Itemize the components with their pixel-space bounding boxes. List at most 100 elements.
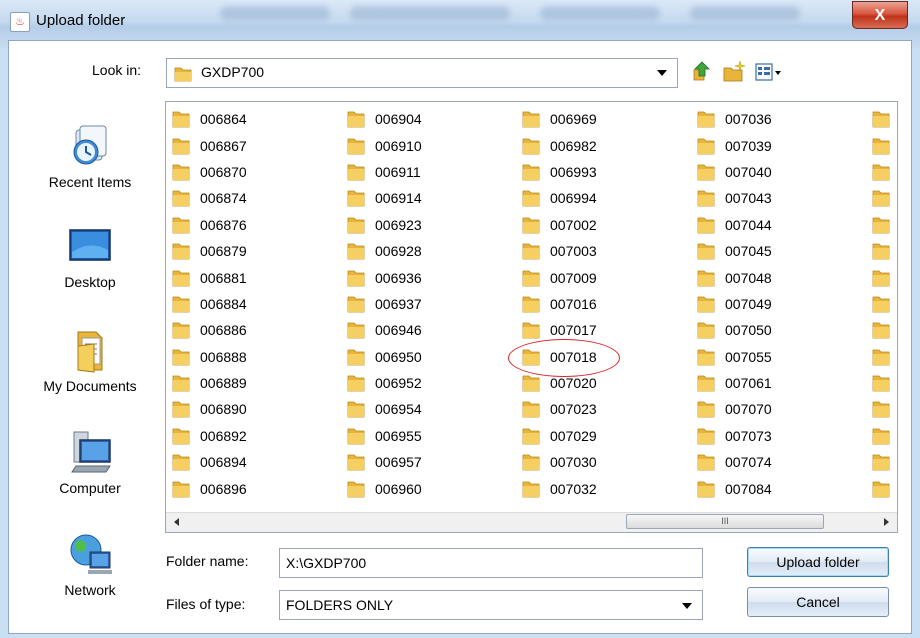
- folder-item[interactable]: 006969: [522, 106, 597, 132]
- folder-item[interactable]: 006892: [172, 423, 247, 449]
- folder-item-partial[interactable]: [872, 449, 897, 475]
- folder-name-input[interactable]: X:\GXDP700: [279, 548, 703, 578]
- scroll-right-arrow-icon[interactable]: [884, 518, 889, 526]
- folder-item[interactable]: 006994: [522, 185, 597, 211]
- up-one-level-icon[interactable]: [690, 60, 714, 84]
- folder-item[interactable]: 006910: [347, 132, 422, 158]
- folder-item[interactable]: 007055: [697, 344, 772, 370]
- folder-item[interactable]: 006950: [347, 344, 422, 370]
- folder-item[interactable]: 007016: [522, 291, 597, 317]
- create-new-folder-icon[interactable]: [722, 60, 746, 84]
- folder-item[interactable]: 006904: [347, 106, 422, 132]
- folder-item[interactable]: 006993: [522, 159, 597, 185]
- folder-item[interactable]: 007084: [697, 475, 772, 501]
- folder-item[interactable]: 006946: [347, 317, 422, 343]
- folder-item[interactable]: 006876: [172, 212, 247, 238]
- folder-item[interactable]: 006955: [347, 423, 422, 449]
- folder-item[interactable]: 007045: [697, 238, 772, 264]
- folder-item[interactable]: 007048: [697, 264, 772, 290]
- folder-item[interactable]: 006889: [172, 370, 247, 396]
- upload-folder-button[interactable]: Upload folder: [747, 547, 889, 577]
- folder-item-partial[interactable]: [872, 159, 897, 185]
- folder-item-partial[interactable]: [872, 212, 897, 238]
- horizontal-scrollbar[interactable]: III: [166, 512, 897, 532]
- folder-item-partial[interactable]: [872, 423, 897, 449]
- close-button[interactable]: X: [852, 1, 908, 29]
- folder-item[interactable]: 006890: [172, 396, 247, 422]
- folder-item-partial[interactable]: [872, 317, 897, 343]
- folder-item[interactable]: 007074: [697, 449, 772, 475]
- files-of-type-select[interactable]: FOLDERS ONLY: [279, 590, 703, 620]
- folder-item[interactable]: 007050: [697, 317, 772, 343]
- folder-item[interactable]: 006928: [347, 238, 422, 264]
- chevron-down-icon[interactable]: [657, 70, 667, 76]
- folder-item-partial[interactable]: [872, 238, 897, 264]
- folder-item[interactable]: 006923: [347, 212, 422, 238]
- folder-item[interactable]: 006957: [347, 449, 422, 475]
- folder-item-partial[interactable]: [872, 106, 897, 132]
- folder-item[interactable]: 006911: [347, 159, 422, 185]
- folder-item-partial[interactable]: [872, 370, 897, 396]
- folder-item[interactable]: 006879: [172, 238, 247, 264]
- folder-item-partial[interactable]: [872, 475, 897, 501]
- folder-item[interactable]: 007023: [522, 396, 597, 422]
- folder-item[interactable]: 007070: [697, 396, 772, 422]
- folder-item[interactable]: 007029: [522, 423, 597, 449]
- folder-item-partial[interactable]: [872, 396, 897, 422]
- chevron-down-icon[interactable]: [682, 603, 692, 609]
- folder-item[interactable]: 006884: [172, 291, 247, 317]
- files-of-type-value: FOLDERS ONLY: [286, 597, 394, 613]
- folder-item[interactable]: 006874: [172, 185, 247, 211]
- folder-item-partial[interactable]: [872, 185, 897, 211]
- folder-item[interactable]: 007061: [697, 370, 772, 396]
- folder-item-partial[interactable]: [872, 344, 897, 370]
- scroll-left-arrow-icon[interactable]: [174, 518, 179, 526]
- folder-item[interactable]: 006952: [347, 370, 422, 396]
- folder-item[interactable]: 006886: [172, 317, 247, 343]
- folder-item[interactable]: 006896: [172, 475, 247, 501]
- place-recent-items[interactable]: Recent Items: [28, 122, 152, 190]
- folder-item[interactable]: 007032: [522, 475, 597, 501]
- folder-item[interactable]: 007030: [522, 449, 597, 475]
- folder-item[interactable]: 006867: [172, 132, 247, 158]
- folder-item[interactable]: 007036: [697, 106, 772, 132]
- folder-item[interactable]: 007003: [522, 238, 597, 264]
- folder-item[interactable]: 007073: [697, 423, 772, 449]
- folder-item[interactable]: 007039: [697, 132, 772, 158]
- view-menu-icon[interactable]: [754, 60, 784, 84]
- folder-item[interactable]: 006954: [347, 396, 422, 422]
- folder-item[interactable]: 007043: [697, 185, 772, 211]
- folder-item-partial[interactable]: [872, 264, 897, 290]
- place-computer[interactable]: Computer: [28, 430, 152, 496]
- folder-item[interactable]: 006888: [172, 344, 247, 370]
- folder-item[interactable]: 006914: [347, 185, 422, 211]
- folder-item[interactable]: 007018: [522, 344, 597, 370]
- place-my-documents[interactable]: My Documents: [28, 326, 152, 394]
- folder-list[interactable]: 006864 006867 006870 006874 006876 006879 0068…: [165, 101, 898, 533]
- folder-item[interactable]: 006936: [347, 264, 422, 290]
- folder-item-partial[interactable]: [872, 132, 897, 158]
- look-in-combobox[interactable]: GXDP700: [166, 58, 678, 88]
- cancel-button[interactable]: Cancel: [747, 587, 889, 617]
- folder-item[interactable]: 007049: [697, 291, 772, 317]
- folder-item[interactable]: 007017: [522, 317, 597, 343]
- folder-item[interactable]: 006864: [172, 106, 247, 132]
- folder-item[interactable]: 006937: [347, 291, 422, 317]
- folder-item[interactable]: 007020: [522, 370, 597, 396]
- folder-item[interactable]: 006982: [522, 132, 597, 158]
- folder-item[interactable]: 006894: [172, 449, 247, 475]
- place-desktop[interactable]: Desktop: [28, 226, 152, 290]
- folder-item[interactable]: 007009: [522, 264, 597, 290]
- place-network[interactable]: Network: [28, 532, 152, 598]
- folder-item[interactable]: 007040: [697, 159, 772, 185]
- folder-item-partial[interactable]: [872, 291, 897, 317]
- folder-item[interactable]: 007002: [522, 212, 597, 238]
- folder-name: 006960: [375, 480, 422, 497]
- folder-item[interactable]: 006881: [172, 264, 247, 290]
- scrollbar-thumb[interactable]: III: [626, 514, 824, 529]
- folder-item[interactable]: 007044: [697, 212, 772, 238]
- look-in-label: Look in:: [92, 62, 142, 78]
- folder-item[interactable]: 006960: [347, 475, 422, 501]
- folder-item[interactable]: 006870: [172, 159, 247, 185]
- folder-icon: [872, 373, 890, 393]
